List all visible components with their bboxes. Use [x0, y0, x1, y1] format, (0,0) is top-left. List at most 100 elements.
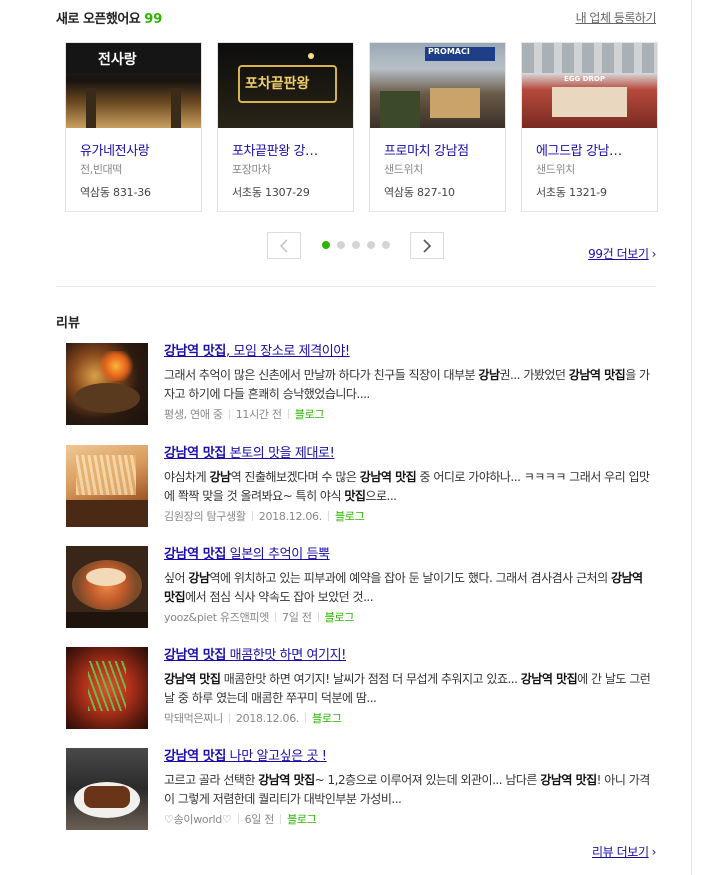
review-thumbnail[interactable]: [66, 647, 148, 729]
review-author[interactable]: 막돼먹은찌니: [164, 712, 223, 725]
meta-separator: [305, 713, 307, 723]
meta-separator: [251, 511, 253, 521]
meta-separator: [317, 612, 319, 622]
review-author[interactable]: ♡송이world♡: [164, 813, 232, 826]
place-card-sign: 포차끝판왕: [245, 76, 310, 92]
next-page-button[interactable]: [410, 232, 444, 259]
review-snippet: 강남역 맛집 매콤한맛 하면 여기지! 날씨가 점점 더 무섭게 추워지고 있죠…: [164, 672, 651, 705]
review-time: 2018.12.06.: [258, 510, 322, 523]
review-meta: 평생, 연애 중 11시간 전 블로그: [164, 406, 656, 422]
review-thumbnail[interactable]: [66, 445, 148, 527]
review-snippet: 싶어 강남역에 위치하고 있는 피부과에 예약을 잡아 둔 날이기도 했다. 그…: [164, 571, 643, 604]
review-body: 강남역 맛집 나만 알고싶은 곳 ! 고르고 골라 선택한 강남역 맛집~ 1,…: [164, 748, 656, 827]
place-card[interactable]: PROMACI 프로마치 강남점 샌드위치 역삼동 827-10: [369, 42, 506, 212]
review-item: 강남역 맛집 나만 알고싶은 곳 ! 고르고 골라 선택한 강남역 맛집~ 1,…: [66, 748, 656, 833]
review-time: 7일 전: [282, 611, 312, 624]
carousel-pager: [267, 232, 447, 260]
review-source: 블로그: [324, 611, 355, 624]
review-meta: 막돼먹은찌니 2018.12.06. 블로그: [164, 710, 656, 726]
reviews-more-link[interactable]: 리뷰 더보기 ›: [592, 843, 656, 860]
place-card-name[interactable]: 유가네전사랑: [80, 140, 190, 159]
place-card-address: 역삼동 827-10: [384, 186, 455, 199]
place-card-category: 샌드위치: [384, 163, 423, 176]
review-body: 강남역 맛집, 모임 장소로 제격이야! 그래서 추억이 많은 신촌에서 만날까…: [164, 343, 656, 422]
meta-separator: [327, 511, 329, 521]
review-title-highlight: 강남역 맛집: [164, 547, 226, 562]
review-snippet: 고르고 골라 선택한 강남역 맛집~ 1,2층으로 이루어져 있는데 외관이..…: [164, 773, 650, 806]
review-title-highlight: 강남역 맛집: [164, 446, 226, 461]
chevron-right-icon: ›: [651, 247, 657, 261]
page-dot-active[interactable]: [322, 241, 330, 249]
review-source: 블로그: [334, 510, 365, 523]
review-author[interactable]: 평생, 연애 중: [164, 408, 223, 421]
place-card[interactable]: 포차끝판왕 포차끝판왕 강… 포장마차 서초동 1307-29: [217, 42, 354, 212]
review-title-text: 일본의 추억이 듬뿍: [225, 547, 330, 562]
page-dot[interactable]: [337, 241, 345, 249]
place-card[interactable]: 전사랑 유가네전사랑 전,빈대떡 역삼동 831-36: [65, 42, 202, 212]
new-open-more-link[interactable]: 99건 더보기 ›: [588, 245, 656, 262]
chevron-left-icon: [279, 238, 288, 253]
review-title-link[interactable]: 강남역 맛집 매콤한맛 하면 여기지!: [164, 647, 656, 665]
page-dot[interactable]: [352, 241, 360, 249]
new-open-carousel: 전사랑 유가네전사랑 전,빈대떡 역삼동 831-36 포차끝판왕 포차끝판왕 …: [65, 42, 658, 212]
review-time: 2018.12.06.: [235, 712, 300, 725]
meta-separator: [228, 409, 230, 419]
review-title-link[interactable]: 강남역 맛집 나만 알고싶은 곳 !: [164, 748, 656, 766]
place-card[interactable]: EGG DROP 에그드랍 강남… 샌드위치 서초동 1321-9: [521, 42, 658, 212]
meta-separator: [237, 814, 239, 824]
review-title-highlight: 강남역 맛집: [164, 344, 226, 359]
chevron-right-icon: ›: [651, 845, 657, 859]
review-body: 강남역 맛집 일본의 추억이 듬뿍 싶어 강남역에 위치하고 있는 피부과에 예…: [164, 546, 656, 625]
place-card-sign: EGG DROP: [564, 75, 605, 83]
place-card-name[interactable]: 에그드랍 강남…: [536, 140, 646, 159]
place-card-address: 서초동 1307-29: [232, 186, 310, 199]
review-author[interactable]: 김원장의 탐구생활: [164, 510, 246, 523]
place-card-image: 포차끝판왕: [218, 43, 353, 128]
new-open-count: 99: [144, 12, 163, 27]
review-time: 11시간 전: [235, 408, 282, 421]
place-card-name[interactable]: 포차끝판왕 강…: [232, 140, 342, 159]
review-source: 블로그: [312, 712, 342, 725]
new-open-title: 새로 오픈했어요: [56, 12, 141, 27]
prev-page-button[interactable]: [267, 232, 301, 259]
place-card-image: PROMACI: [370, 43, 505, 128]
review-source: 블로그: [294, 408, 325, 421]
review-meta: ♡송이world♡ 6일 전 블로그: [164, 811, 656, 827]
review-item: 강남역 맛집 본토의 맛을 제대로! 야심차게 강남역 진출해보겠다며 수 많은…: [66, 445, 656, 530]
place-card-image: 전사랑: [66, 43, 201, 128]
review-snippet: 야심차게 강남역 진출해보겠다며 수 많은 강남역 맛집 중 어디로 가야하나.…: [164, 470, 650, 503]
review-title-link[interactable]: 강남역 맛집, 모임 장소로 제격이야!: [164, 343, 656, 361]
review-item: 강남역 맛집 일본의 추억이 듬뿍 싶어 강남역에 위치하고 있는 피부과에 예…: [66, 546, 656, 631]
review-meta: 김원장의 탐구생활 2018.12.06. 블로그: [164, 508, 656, 524]
place-card-image: EGG DROP: [522, 43, 657, 128]
review-thumbnail[interactable]: [66, 546, 148, 628]
review-title-link[interactable]: 강남역 맛집 본토의 맛을 제대로!: [164, 445, 656, 463]
page-dot[interactable]: [382, 241, 390, 249]
place-card-category: 포장마차: [232, 163, 271, 176]
place-card-name[interactable]: 프로마치 강남점: [384, 140, 494, 159]
review-title-link[interactable]: 강남역 맛집 일본의 추억이 듬뿍: [164, 546, 656, 564]
review-snippet: 그래서 추억이 많은 신촌에서 만날까 하다가 친구들 직장이 대부분 강남권.…: [164, 368, 650, 401]
review-thumbnail[interactable]: [66, 343, 148, 425]
review-body: 강남역 맛집 매콤한맛 하면 여기지! 강남역 맛집 매콤한맛 하면 여기지! …: [164, 647, 656, 726]
review-title-highlight: 강남역 맛집: [164, 648, 226, 663]
review-item: 강남역 맛집 매콤한맛 하면 여기지! 강남역 맛집 매콤한맛 하면 여기지! …: [66, 647, 656, 732]
review-body: 강남역 맛집 본토의 맛을 제대로! 야심차게 강남역 진출해보겠다며 수 많은…: [164, 445, 656, 524]
register-business-link[interactable]: 내 업체 등록하기: [576, 9, 657, 26]
page-right-border: [691, 0, 692, 875]
review-title-highlight: 강남역 맛집: [164, 749, 226, 764]
chevron-right-icon: [423, 238, 432, 253]
page-dot[interactable]: [367, 241, 375, 249]
reviews-more-label: 리뷰 더보기: [591, 845, 649, 859]
review-author[interactable]: yooz&piet 유즈앤피엣: [164, 611, 269, 624]
review-time: 6일 전: [244, 813, 275, 826]
review-thumbnail[interactable]: [66, 748, 148, 830]
review-source: 블로그: [287, 813, 317, 826]
meta-separator: [287, 409, 289, 419]
review-meta: yooz&piet 유즈앤피엣 7일 전 블로그: [164, 609, 656, 625]
new-open-header: 새로 오픈했어요 99 내 업체 등록하기: [56, 8, 657, 27]
review-title-text: 매콤한맛 하면 여기지!: [225, 648, 347, 663]
meta-separator: [280, 814, 282, 824]
place-card-address: 서초동 1321-9: [536, 186, 607, 199]
meta-separator: [228, 713, 230, 723]
